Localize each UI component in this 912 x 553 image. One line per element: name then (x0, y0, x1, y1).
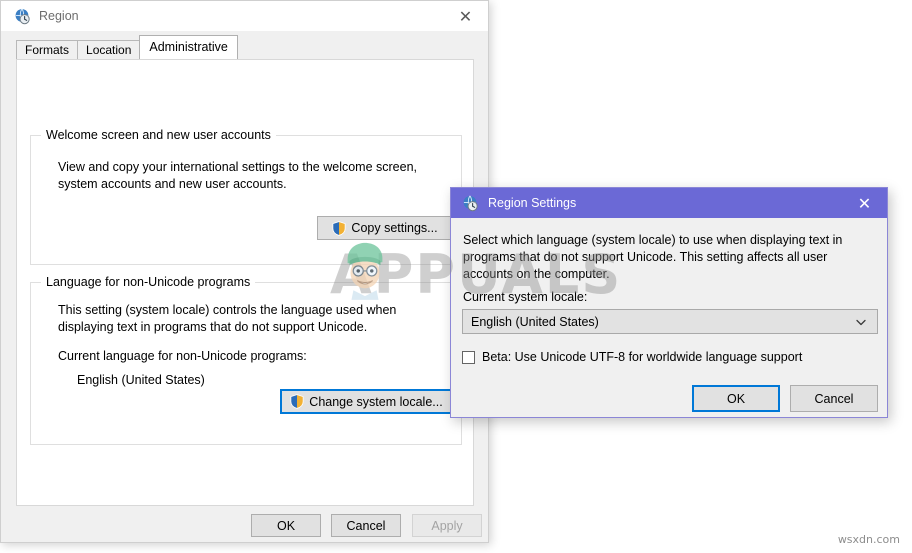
region-ok-label: OK (276, 518, 296, 533)
current-system-locale-label: Current system locale: (463, 290, 588, 304)
screenshot-root: Region ✕ Formats Location Administrative… (0, 0, 912, 553)
close-icon[interactable]: ✕ (842, 188, 887, 218)
uac-shield-icon (290, 394, 304, 409)
tab-formats[interactable]: Formats (16, 40, 79, 59)
region-settings-titlebar: Region Settings ✕ (451, 188, 887, 218)
dialog-cancel-button[interactable]: Cancel (790, 385, 878, 412)
region-ok-button[interactable]: OK (251, 514, 321, 537)
region-settings-description: Select which language (system locale) to… (463, 233, 843, 281)
tab-administrative-label: Administrative (149, 40, 228, 54)
region-cancel-button[interactable]: Cancel (331, 514, 401, 537)
dialog-ok-button[interactable]: OK (692, 385, 780, 412)
dialog-cancel-label: Cancel (814, 391, 854, 406)
region-settings-body: Select which language (system locale) to… (451, 218, 887, 417)
tab-formats-label: Formats (25, 43, 70, 57)
dialog-ok-label: OK (726, 391, 746, 406)
language-non-unicode-description: This setting (system locale) controls th… (58, 303, 397, 334)
region-apply-button: Apply (412, 514, 482, 537)
copy-settings-button[interactable]: Copy settings... (317, 216, 453, 240)
utf8-checkbox-row[interactable]: Beta: Use Unicode UTF-8 for worldwide la… (462, 350, 802, 364)
region-window-titlebar: Region ✕ (1, 1, 488, 31)
change-system-locale-label: Change system locale... (309, 394, 443, 409)
uac-shield-icon (332, 220, 346, 236)
welcome-screen-legend: Welcome screen and new user accounts (41, 128, 276, 142)
region-window-title: Region (39, 9, 79, 23)
region-tabstrip: Formats Location Administrative (16, 35, 238, 59)
chevron-down-icon (856, 319, 866, 325)
tab-administrative[interactable]: Administrative (139, 35, 238, 59)
utf8-checkbox[interactable] (462, 350, 475, 364)
system-locale-value: English (United States) (471, 314, 599, 329)
site-watermark: wsxdn.com (837, 533, 900, 546)
utf8-checkbox-label: Beta: Use Unicode UTF-8 for worldwide la… (482, 350, 803, 364)
current-language-value: English (United States) (77, 373, 205, 387)
change-system-locale-button[interactable]: Change system locale... (280, 389, 453, 414)
region-cancel-label: Cancel (346, 518, 386, 533)
welcome-screen-description: View and copy your international setting… (58, 160, 417, 191)
region-apply-label: Apply (431, 518, 463, 533)
close-icon[interactable]: ✕ (443, 1, 488, 31)
copy-settings-label: Copy settings... (351, 221, 438, 235)
tab-location-label: Location (86, 43, 132, 57)
globe-clock-icon (463, 194, 478, 211)
administrative-tab-panel: Welcome screen and new user accounts Vie… (16, 59, 474, 506)
region-settings-dialog: Region Settings ✕ Select which language … (450, 187, 888, 418)
language-non-unicode-legend: Language for non-Unicode programs (41, 275, 256, 289)
welcome-screen-groupbox: Welcome screen and new user accounts (30, 128, 462, 265)
system-locale-select[interactable]: English (United States) (462, 309, 878, 334)
current-language-label: Current language for non-Unicode program… (58, 349, 307, 363)
globe-clock-icon (15, 7, 30, 24)
region-window: Region ✕ Formats Location Administrative… (0, 0, 489, 543)
tab-location[interactable]: Location (77, 40, 141, 59)
region-settings-title: Region Settings (488, 196, 577, 210)
